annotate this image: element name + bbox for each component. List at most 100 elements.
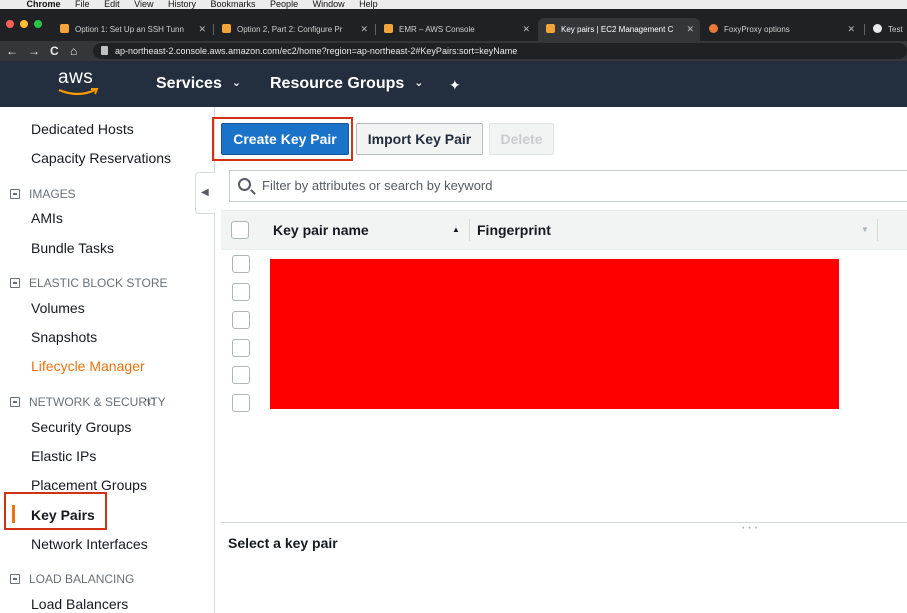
tab-title: FoxyProxy options	[724, 25, 790, 34]
sidebar-collapse-button[interactable]: ◀	[195, 172, 215, 214]
aws-smile-icon	[58, 88, 99, 96]
tab-title: Option 1: Set Up an SSH Tunn	[75, 25, 184, 34]
column-divider	[877, 219, 878, 241]
sidebar-item-elastic-ips[interactable]: Elastic IPs	[31, 448, 96, 464]
sidebar-item-amis[interactable]: AMIs	[31, 210, 63, 226]
browser-tab[interactable]: Option 1: Set Up an SSH Tunn ✕	[52, 18, 212, 41]
home-icon[interactable]: ⌂	[70, 44, 77, 58]
browser-toolbar: ← → C ⌂ ap-northeast-2.console.aws.amazo…	[0, 41, 907, 61]
row-checkbox[interactable]	[232, 394, 250, 412]
address-bar[interactable]: ap-northeast-2.console.aws.amazon.com/ec…	[93, 43, 907, 59]
browser-tab[interactable]: FoxyProxy options ✕	[701, 18, 861, 41]
menubar-bookmarks[interactable]: Bookmarks	[211, 0, 256, 9]
sidebar-section-load-balancing[interactable]: LOAD BALANCING	[10, 572, 134, 586]
tab-title: Key pairs | EC2 Management C	[561, 25, 674, 34]
detail-pane-title: Select a key pair	[228, 535, 338, 551]
close-window-button[interactable]	[6, 20, 14, 28]
sort-descending-icon[interactable]: ▼	[861, 211, 869, 249]
key-pairs-table-header: Key pair name ▲ Fingerprint ▼	[221, 210, 907, 250]
menubar-people[interactable]: People	[270, 0, 298, 9]
sidebar-section-network-security[interactable]: NETWORK & SECURITY	[10, 395, 166, 409]
ec2-navigation-sidebar: Dedicated Hosts Capacity Reservations IM…	[0, 107, 215, 613]
url-text[interactable]: ap-northeast-2.console.aws.amazon.com/ec…	[115, 43, 517, 59]
row-checkbox[interactable]	[232, 283, 250, 301]
mouse-cursor-icon: ☜	[144, 394, 156, 409]
reload-icon[interactable]: C	[50, 44, 59, 58]
collapse-section-icon	[10, 574, 20, 584]
menubar-edit[interactable]: Edit	[104, 0, 120, 9]
menubar-view[interactable]: View	[134, 0, 153, 9]
close-tab-icon[interactable]: ✕	[522, 18, 530, 41]
os-menubar: Chrome File Edit View History Bookmarks …	[0, 0, 907, 9]
sidebar-item-load-balancers[interactable]: Load Balancers	[31, 596, 128, 612]
collapse-section-icon	[10, 189, 20, 199]
back-arrow-icon[interactable]: ←	[6, 44, 18, 58]
pin-icon[interactable]: ✦	[449, 77, 461, 94]
sidebar-section-ebs[interactable]: ELASTIC BLOCK STORE	[10, 276, 168, 290]
menubar-window[interactable]: Window	[313, 0, 345, 9]
key-pairs-highlight-box	[4, 492, 107, 530]
sort-ascending-icon[interactable]: ▲	[452, 211, 460, 249]
sidebar-item-bundle-tasks[interactable]: Bundle Tasks	[31, 240, 114, 256]
column-header-key-pair-name[interactable]: Key pair name	[273, 211, 369, 249]
resize-grip-icon[interactable]: • • •	[742, 525, 758, 532]
minimize-window-button[interactable]	[20, 20, 28, 28]
chevron-down-icon: ⌄	[231, 77, 242, 89]
sidebar-item-snapshots[interactable]: Snapshots	[31, 329, 97, 345]
redacted-key-pair-rows	[270, 259, 839, 409]
collapse-left-icon: ◀	[201, 187, 209, 198]
aws-logo[interactable]: aws	[58, 67, 93, 89]
menubar-file[interactable]: File	[75, 0, 90, 9]
menubar-help[interactable]: Help	[359, 0, 378, 9]
forward-arrow-icon[interactable]: →	[28, 44, 40, 58]
browser-tab-active[interactable]: Key pairs | EC2 Management C ✕	[538, 18, 700, 41]
services-label: Services	[156, 75, 222, 92]
row-checkbox[interactable]	[232, 366, 250, 384]
section-label: ELASTIC BLOCK STORE	[29, 276, 168, 290]
detail-pane-divider[interactable]	[221, 522, 907, 523]
sidebar-item-volumes[interactable]: Volumes	[31, 300, 85, 316]
close-tab-icon[interactable]: ✕	[198, 18, 206, 41]
globe-favicon-icon	[873, 24, 882, 33]
sidebar-section-images[interactable]: IMAGES	[10, 187, 76, 201]
browser-tab[interactable]: Option 2, Part 2: Configure Pr ✕	[214, 18, 374, 41]
create-button-highlight-box	[212, 117, 353, 161]
tab-title: Option 2, Part 2: Configure Pr	[237, 25, 343, 34]
resource-groups-label: Resource Groups	[270, 75, 405, 92]
browser-tab[interactable]: Test	[865, 18, 907, 41]
sidebar-item-dedicated-hosts[interactable]: Dedicated Hosts	[31, 121, 134, 137]
sidebar-item-placement-groups[interactable]: Placement Groups	[31, 477, 147, 493]
lock-icon	[101, 46, 108, 55]
services-menu[interactable]: Services ⌄	[156, 75, 241, 93]
menubar-app-name[interactable]: Chrome	[27, 0, 61, 9]
sidebar-item-network-interfaces[interactable]: Network Interfaces	[31, 536, 148, 552]
sidebar-item-security-groups[interactable]: Security Groups	[31, 419, 131, 435]
search-icon	[238, 178, 251, 191]
row-checkbox[interactable]	[232, 255, 250, 273]
browser-tab[interactable]: EMR – AWS Console ✕	[376, 18, 536, 41]
aws-console-header: aws Services ⌄ Resource Groups ⌄ ✦	[0, 61, 907, 107]
row-checkbox[interactable]	[232, 339, 250, 357]
import-key-pair-button[interactable]: Import Key Pair	[356, 123, 483, 155]
close-tab-icon[interactable]: ✕	[686, 18, 694, 41]
collapse-section-icon	[10, 397, 20, 407]
foxyproxy-favicon-icon	[709, 24, 718, 33]
close-tab-icon[interactable]: ✕	[360, 18, 368, 41]
close-tab-icon[interactable]: ✕	[847, 18, 855, 41]
section-label: LOAD BALANCING	[29, 572, 135, 586]
zoom-window-button[interactable]	[34, 20, 42, 28]
delete-button: Delete	[489, 123, 554, 155]
tab-title: EMR – AWS Console	[399, 25, 475, 34]
sidebar-item-lifecycle-manager[interactable]: Lifecycle Manager	[31, 358, 145, 374]
row-checkbox[interactable]	[232, 311, 250, 329]
resource-groups-menu[interactable]: Resource Groups ⌄	[270, 75, 423, 93]
filter-search-input[interactable]: Filter by attributes or search by keywor…	[229, 170, 907, 202]
column-divider	[469, 219, 470, 241]
chevron-down-icon: ⌄	[414, 77, 424, 89]
aws-favicon-icon	[384, 24, 393, 33]
filter-placeholder: Filter by attributes or search by keywor…	[262, 178, 493, 193]
sidebar-item-capacity-reservations[interactable]: Capacity Reservations	[31, 150, 171, 166]
menubar-history[interactable]: History	[168, 0, 196, 9]
column-header-fingerprint[interactable]: Fingerprint	[477, 211, 551, 249]
select-all-checkbox[interactable]	[231, 221, 249, 239]
